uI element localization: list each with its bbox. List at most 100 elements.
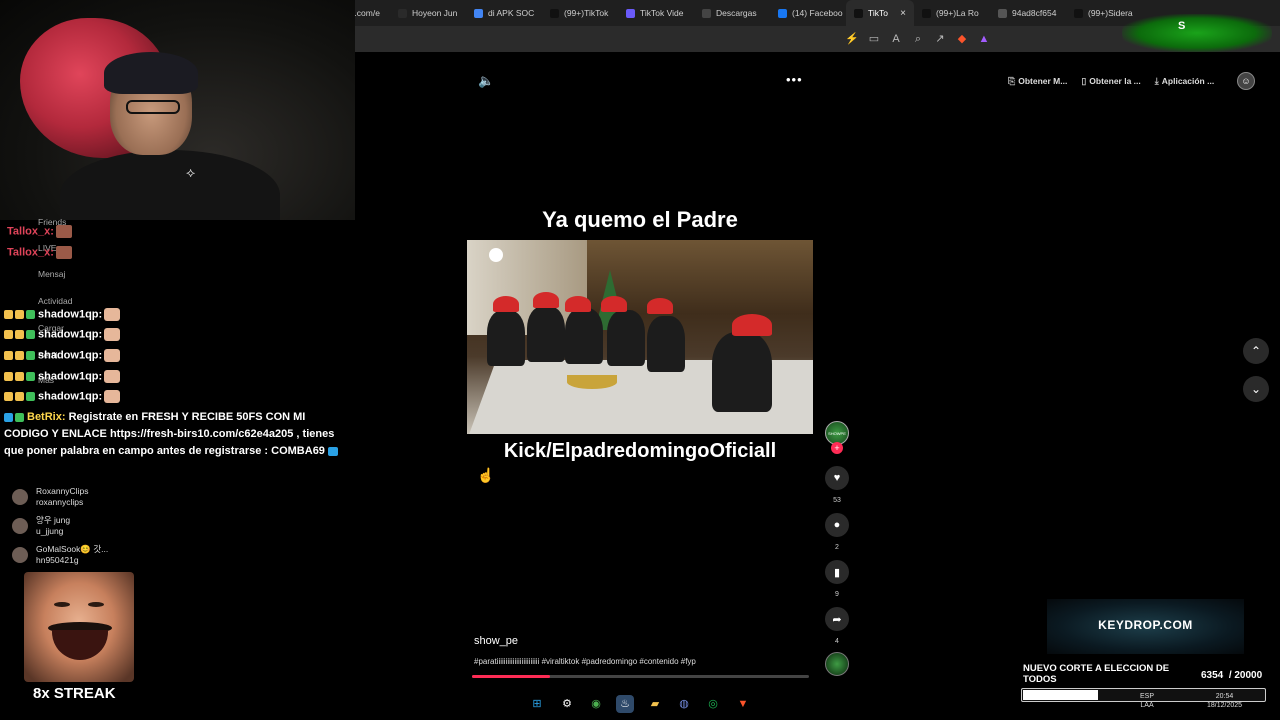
- santa-hat: [647, 298, 673, 314]
- rewards-icon[interactable]: ▲: [977, 32, 991, 46]
- person: [487, 310, 525, 366]
- video-hashtags[interactable]: #paratiiiiiiiiiiiiiiiiiiiiiiii #viraltik…: [474, 657, 696, 666]
- chat-username[interactable]: shadow1qp:: [38, 349, 102, 361]
- bookmark-icon: ▮: [833, 566, 841, 579]
- browser-tab[interactable]: TikTo ×: [846, 0, 914, 26]
- chat-message: shadow1qp:: [4, 370, 121, 383]
- suggested-account[interactable]: 양우 jung u_jjung: [12, 515, 70, 537]
- next-video-button[interactable]: ⌄: [1243, 376, 1269, 402]
- progress-fill: [472, 675, 550, 678]
- folder-icon[interactable]: ▰: [646, 695, 664, 713]
- badge-group: [4, 351, 35, 360]
- browser-tab[interactable]: Hoyeon Jun: [390, 0, 466, 26]
- more-options-icon[interactable]: •••: [786, 72, 803, 87]
- share-icon[interactable]: ↗: [933, 32, 947, 46]
- clock-time: 20:54: [1215, 693, 1234, 700]
- faded-sidebar-label: Actividad: [38, 296, 73, 306]
- comment-button[interactable]: ●: [825, 513, 849, 537]
- browser-tab[interactable]: TikTok Vide: [618, 0, 694, 26]
- shirt-logo: ⟡: [186, 164, 196, 180]
- vote-total: / 20000: [1228, 670, 1263, 681]
- discord-icon[interactable]: ◍: [675, 695, 693, 713]
- browser-tab[interactable]: di APK SOC: [466, 0, 542, 26]
- browser-tab[interactable]: (99+)TikTok: [542, 0, 618, 26]
- zoom-icon[interactable]: ⌕: [911, 32, 925, 46]
- avatar: [12, 547, 28, 563]
- chat-username[interactable]: shadow1qp:: [38, 308, 102, 320]
- avatar: [12, 518, 28, 534]
- chat-username[interactable]: Tallox_x:: [7, 225, 54, 237]
- extension-app[interactable]: ⤓ Aplicación ...: [1155, 76, 1214, 87]
- promo-username: BetRix:: [27, 411, 66, 423]
- language-indicator[interactable]: ESP LAA: [1140, 692, 1154, 710]
- account-handle: u_jjung: [36, 526, 64, 536]
- person: [647, 316, 685, 372]
- vote-progress-fill: [1023, 690, 1099, 700]
- keydrop-brand: KEYDROP.COM: [1098, 618, 1193, 632]
- video-title: Ya quemo el Padre: [542, 207, 738, 232]
- suggested-account[interactable]: RoxannyClips roxannyclips: [12, 486, 88, 508]
- profile-avatar[interactable]: ☺: [1237, 72, 1255, 90]
- reader-icon[interactable]: ⚡: [845, 32, 859, 46]
- system-clock[interactable]: 20:54 18/12/2025: [1207, 692, 1242, 710]
- app-icon[interactable]: ⚙: [558, 695, 576, 713]
- promo-message: BetRix: Registrate en FRESH Y RECIBE 50F…: [4, 409, 344, 460]
- screenshot-icon[interactable]: ▭: [867, 32, 881, 46]
- translate-icon[interactable]: A: [889, 32, 903, 46]
- browser-tab[interactable]: (14) Faceboo: [770, 0, 846, 26]
- brave-icon[interactable]: ▼: [734, 695, 752, 713]
- account-handle: roxannyclips: [36, 497, 84, 507]
- tab-label: di APK SOC: [488, 8, 535, 18]
- tab-favicon-icon: [1074, 8, 1083, 18]
- tab-favicon-icon: [550, 8, 559, 18]
- share-arrow-icon: ➦: [832, 613, 842, 626]
- lang-sub: LAA: [1140, 702, 1154, 709]
- like-button[interactable]: ♥: [825, 466, 849, 490]
- tab-favicon-icon: [626, 8, 635, 18]
- tab-favicon-icon: [474, 8, 483, 18]
- suggested-account[interactable]: GoMalSook😊 갓... hn950421g: [12, 544, 108, 566]
- avatar-text: SHOWPE: [828, 431, 846, 436]
- video-frame[interactable]: [467, 240, 813, 434]
- brave-shield-icon[interactable]: ◆: [955, 32, 969, 46]
- chrome-icon[interactable]: ◉: [587, 695, 605, 713]
- browser-tab[interactable]: Descargas: [694, 0, 770, 26]
- download-icon: ⤓: [1154, 75, 1159, 86]
- extension-label: Aplicación ...: [1161, 75, 1215, 86]
- chat-username[interactable]: shadow1qp:: [38, 370, 102, 382]
- chat-username[interactable]: Tallox_x:: [7, 246, 54, 258]
- meme-emote-image: [24, 572, 134, 682]
- tab-label: (99+)La Ro: [936, 8, 979, 18]
- chat-username[interactable]: shadow1qp:: [38, 328, 102, 340]
- chat-message: Tallox_x:: [4, 246, 72, 259]
- steam-icon[interactable]: ♨: [616, 695, 634, 713]
- browser-tab[interactable]: 94ad8cf654: [990, 0, 1066, 26]
- video-username[interactable]: show_pe: [474, 635, 518, 647]
- santa-hat: [533, 292, 559, 308]
- tab-label: 94ad8cf654: [1012, 8, 1057, 18]
- clock-date: 18/12/2025: [1207, 702, 1243, 709]
- salad-bowl: [567, 375, 617, 389]
- volume-icon[interactable]: 🔈: [478, 73, 494, 89]
- close-tab-icon[interactable]: ×: [900, 8, 906, 19]
- extension-get-m[interactable]: ⎘ Obtener M...: [1008, 76, 1067, 87]
- share-button[interactable]: ➦: [825, 607, 849, 631]
- music-disc[interactable]: [825, 652, 849, 676]
- chevron-down-icon: ⌄: [1250, 382, 1262, 396]
- save-button[interactable]: ▮: [825, 560, 849, 584]
- browser-tab[interactable]: (99+)La Ro: [914, 0, 990, 26]
- person: [565, 308, 603, 364]
- windows-start-icon[interactable]: ⊞: [528, 695, 546, 713]
- extension-get-la[interactable]: ▯ Obtener la ...: [1081, 76, 1140, 87]
- previous-video-button[interactable]: ⌃: [1243, 338, 1269, 364]
- tab-favicon-icon: [998, 8, 1007, 18]
- streamer-glasses: [126, 100, 180, 114]
- person: [712, 332, 772, 412]
- follow-plus-icon[interactable]: +: [831, 442, 843, 454]
- santa-hat: [601, 296, 627, 312]
- video-progress-bar[interactable]: [472, 675, 809, 678]
- spotify-icon[interactable]: ◎: [704, 695, 722, 713]
- badge-group: [4, 392, 35, 401]
- chat-username[interactable]: shadow1qp:: [38, 390, 102, 402]
- overlay-label: S: [1178, 20, 1186, 32]
